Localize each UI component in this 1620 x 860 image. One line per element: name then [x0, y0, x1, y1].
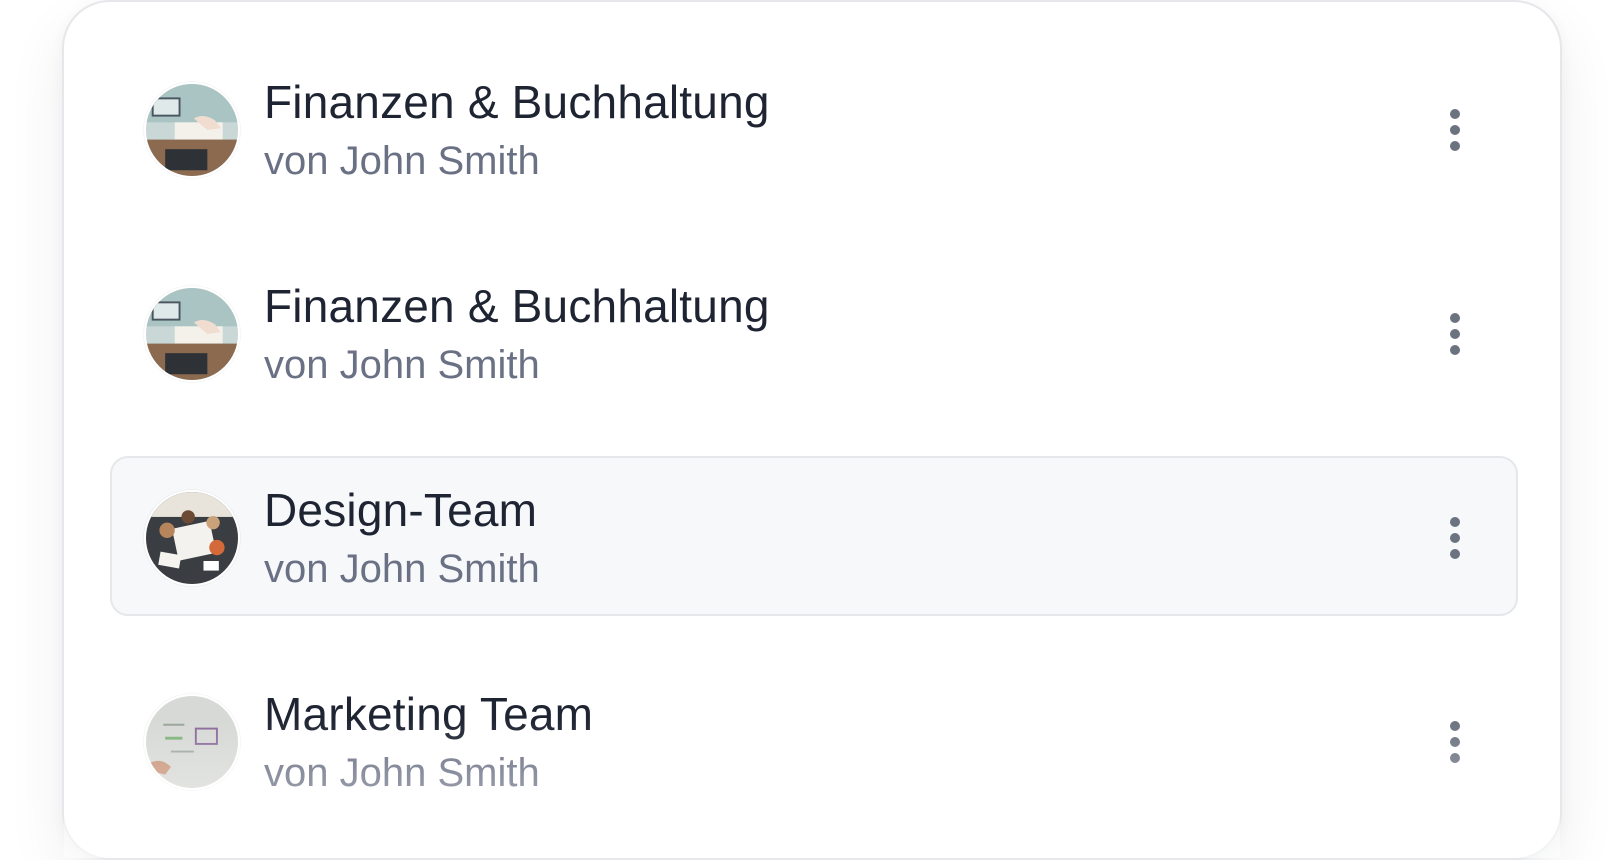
more-options-icon[interactable]	[1440, 712, 1470, 772]
group-owner: von John Smith	[264, 139, 540, 183]
group-owner: von John Smith	[264, 343, 540, 387]
group-owner: von John Smith	[264, 751, 540, 795]
group-owner: von John Smith	[264, 547, 540, 591]
list-item[interactable]: Finanzen & Buchhaltung von John Smith	[110, 252, 1518, 412]
group-title: Finanzen & Buchhaltung	[264, 76, 770, 128]
list-item[interactable]: Design-Team von John Smith	[110, 456, 1518, 616]
group-title: Design-Team	[264, 484, 538, 536]
marketing-avatar-icon	[144, 694, 240, 790]
group-title: Marketing Team	[264, 688, 594, 740]
group-list-card: Finanzen & Buchhaltung von John Smith Fi…	[62, 0, 1562, 860]
design-team-avatar-icon	[144, 490, 240, 586]
more-options-icon[interactable]	[1440, 100, 1470, 160]
list-item[interactable]: Finanzen & Buchhaltung von John Smith	[110, 48, 1518, 208]
list-item[interactable]: Marketing Team von John Smith	[110, 660, 1518, 820]
more-options-icon[interactable]	[1440, 508, 1470, 568]
finance-avatar-icon	[144, 82, 240, 178]
more-options-icon[interactable]	[1440, 304, 1470, 364]
group-title: Finanzen & Buchhaltung	[264, 280, 770, 332]
finance-avatar-icon	[144, 286, 240, 382]
